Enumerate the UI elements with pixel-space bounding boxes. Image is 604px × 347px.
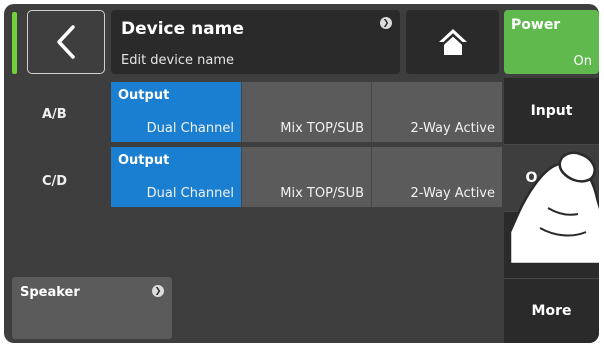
segment-label: 2-Way Active	[410, 121, 495, 136]
segment-2-way-active[interactable]: 2-Way Active	[371, 147, 502, 207]
segment-mix-top-sub[interactable]: Mix TOP/SUB	[241, 147, 371, 207]
sidebar: Input O Network More	[504, 78, 599, 343]
tab-network[interactable]: Network	[504, 212, 599, 278]
status-indicator	[12, 12, 17, 74]
row-label-cd: C/D	[42, 174, 68, 189]
segment-label: Mix TOP/SUB	[280, 186, 364, 201]
output-mode-selector-ab: Output Dual Channel Mix TOP/SUB 2-Way Ac…	[111, 82, 502, 142]
device-title: Device name	[121, 19, 244, 39]
back-button[interactable]	[27, 10, 105, 74]
segment-2-way-active[interactable]: 2-Way Active	[371, 82, 502, 142]
segment-dual-channel[interactable]: Output Dual Channel	[111, 147, 241, 207]
home-button[interactable]	[406, 10, 499, 74]
power-button[interactable]: Power On	[504, 10, 599, 74]
segment-label: Dual Channel	[146, 186, 234, 201]
home-icon	[438, 29, 467, 55]
device-subtitle: Edit device name	[121, 53, 235, 68]
device-name-button[interactable]: Device name Edit device name ❯	[111, 10, 400, 74]
segment-mix-top-sub[interactable]: Mix TOP/SUB	[241, 82, 371, 142]
segment-label: 2-Way Active	[410, 186, 495, 201]
segment-label: Mix TOP/SUB	[280, 121, 364, 136]
segment-title: Output	[118, 88, 170, 103]
tab-label: O	[525, 170, 538, 186]
segment-label: Dual Channel	[146, 121, 234, 136]
power-state: On	[573, 54, 592, 69]
info-arrow-icon: ❯	[152, 285, 164, 297]
segment-dual-channel[interactable]: Output Dual Channel	[111, 82, 241, 142]
tab-label: Network	[518, 237, 585, 253]
device-screen: Device name Edit device name ❯ Power On …	[4, 4, 599, 343]
segment-title: Output	[118, 153, 170, 168]
output-mode-selector-cd: Output Dual Channel Mix TOP/SUB 2-Way Ac…	[111, 147, 502, 207]
tab-input[interactable]: Input	[504, 78, 599, 144]
tab-more[interactable]: More	[504, 279, 599, 343]
info-arrow-icon: ❯	[380, 17, 392, 29]
tab-output[interactable]: O	[504, 145, 599, 211]
tab-label: More	[531, 303, 572, 319]
speaker-label: Speaker	[20, 285, 80, 300]
tab-label: Input	[530, 103, 573, 119]
speaker-button[interactable]: Speaker ❯	[12, 277, 172, 339]
row-label-ab: A/B	[42, 107, 67, 122]
power-label: Power	[511, 17, 561, 33]
chevron-left-icon	[57, 25, 75, 59]
